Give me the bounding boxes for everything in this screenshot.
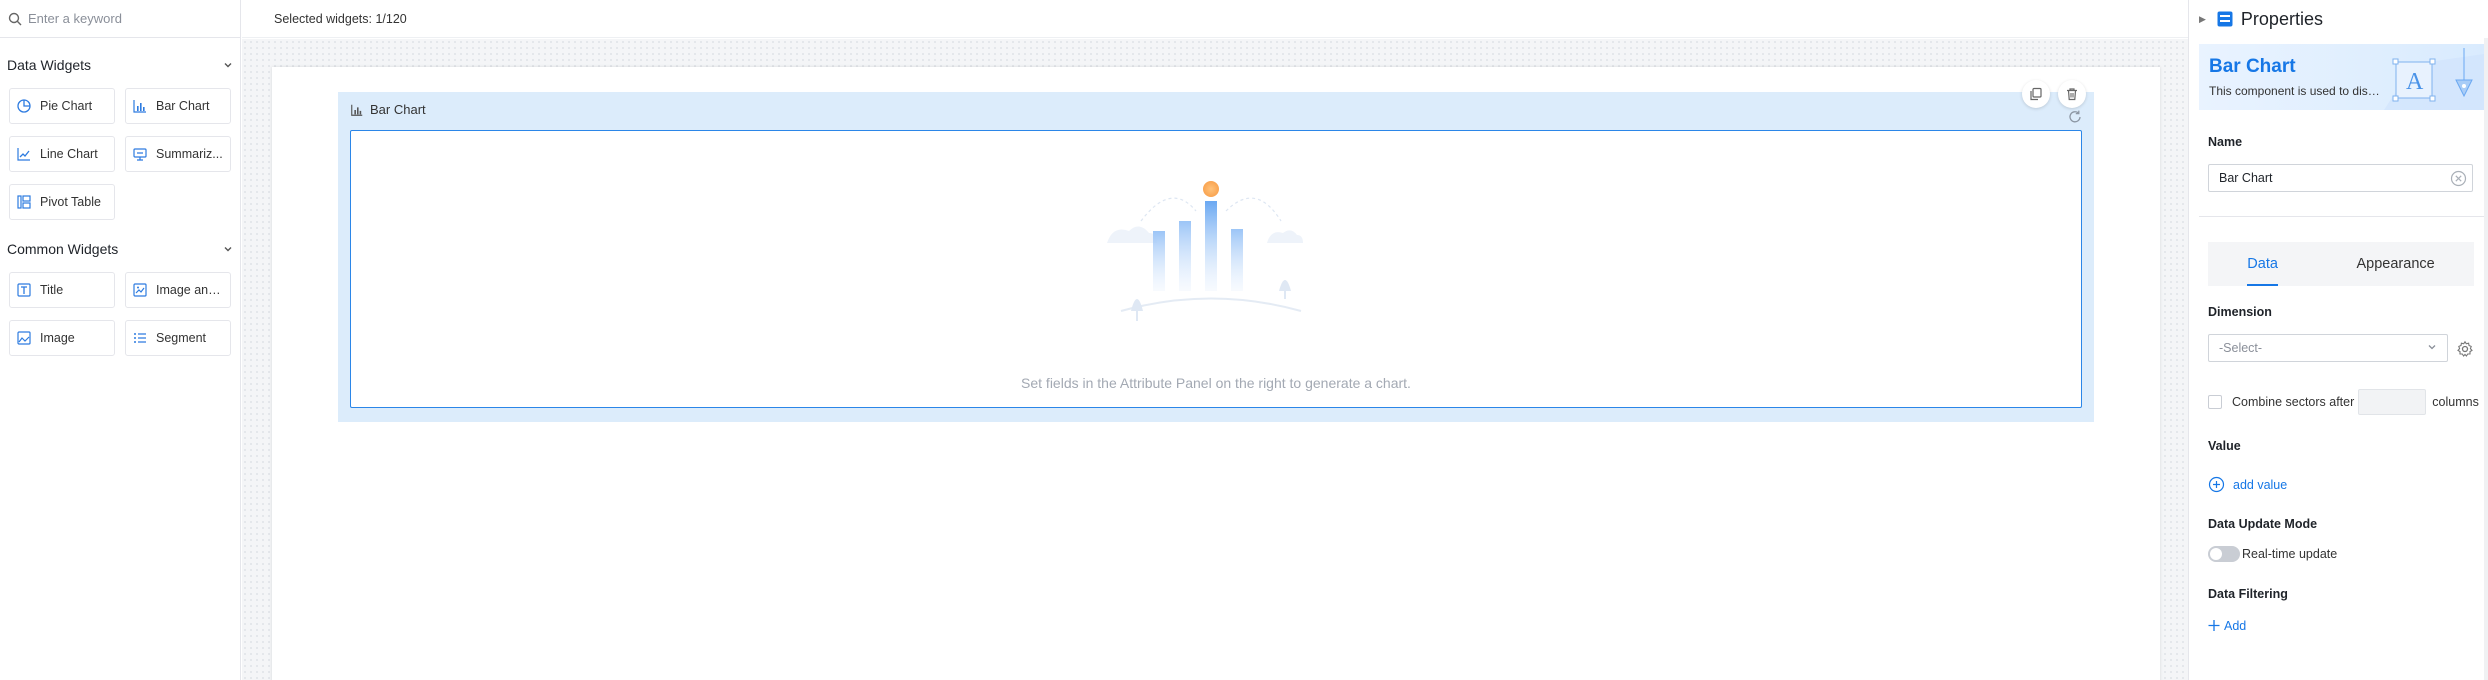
copy-icon[interactable] [2022, 80, 2050, 108]
realtime-toggle[interactable] [2208, 546, 2240, 562]
component-decoration-icon: A [2384, 48, 2484, 110]
bar-chart-icon [350, 103, 364, 117]
summary-icon [132, 146, 148, 162]
widget-summary[interactable]: Summariz... [125, 136, 231, 172]
group-title: Data Widgets [7, 57, 92, 73]
combine-suffix-label: columns [2432, 395, 2479, 409]
value-label: Value [2208, 439, 2241, 453]
title-icon [16, 282, 32, 298]
widget-label: Pie Chart [40, 99, 93, 113]
widget-image-and-text[interactable]: Image and... [125, 272, 231, 308]
common-widgets-grid: Title Image and... Image Segment [0, 260, 240, 356]
combine-sectors-row: Combine sectors after columns [2208, 389, 2479, 415]
chevron-down-icon [2427, 341, 2437, 355]
image-text-icon [132, 282, 148, 298]
name-field[interactable] [2208, 164, 2473, 192]
empty-chart-illustration [1107, 181, 1303, 321]
properties-tabs: Data Appearance [2208, 242, 2474, 286]
widget-segment[interactable]: Segment [125, 320, 231, 356]
widget-label: Segment [156, 331, 207, 345]
dimension-select-value: -Select- [2219, 341, 2263, 355]
section-divider [2199, 216, 2484, 217]
component-description: This component is used to display data..… [2209, 84, 2381, 98]
widget-line-chart[interactable]: Line Chart [9, 136, 115, 172]
panel-scrollbar[interactable] [2484, 38, 2488, 680]
bar-chart-widget[interactable]: Bar Chart Set fields in the Attribute Pa… [338, 80, 2094, 422]
add-value-label: add value [2233, 477, 2288, 492]
search-bar [0, 0, 240, 38]
combine-sectors-checkbox[interactable] [2208, 395, 2222, 409]
widget-label: Line Chart [40, 147, 98, 161]
data-filtering-label: Data Filtering [2208, 587, 2288, 601]
group-header-data-widgets[interactable]: Data Widgets [0, 54, 240, 76]
widget-bar-chart[interactable]: Bar Chart [125, 88, 231, 124]
widget-label: Pivot Table [40, 195, 101, 209]
widget-image[interactable]: Image [9, 320, 115, 356]
tab-appearance[interactable]: Appearance [2347, 250, 2445, 278]
gear-icon[interactable] [2456, 340, 2474, 358]
realtime-label: Real-time update [2242, 547, 2338, 561]
segment-icon [132, 330, 148, 346]
update-mode-label: Data Update Mode [2208, 517, 2318, 531]
widget-actions [2022, 80, 2086, 108]
empty-state-message: Set fields in the Attribute Panel on the… [1021, 375, 1411, 391]
properties-header: ▶ Properties [2189, 0, 2488, 38]
design-canvas[interactable]: Bar Chart Set fields in the Attribute Pa… [242, 39, 2188, 680]
search-input[interactable] [28, 11, 228, 26]
pivot-table-icon [16, 194, 32, 210]
bar-chart-icon [132, 98, 148, 114]
chart-area[interactable]: Set fields in the Attribute Panel on the… [350, 130, 2082, 408]
widget-pivot-table[interactable]: Pivot Table [9, 184, 115, 220]
widget-label: Image [40, 331, 75, 345]
chevron-down-icon[interactable] [223, 60, 233, 70]
delete-icon[interactable] [2058, 80, 2086, 108]
properties-icon [2216, 10, 2234, 28]
refresh-icon[interactable] [2066, 108, 2084, 126]
group-header-common-widgets[interactable]: Common Widgets [0, 238, 240, 260]
image-icon [16, 330, 32, 346]
line-chart-icon [16, 146, 32, 162]
pie-chart-icon [16, 98, 32, 114]
widget-label: Title [40, 283, 64, 297]
widget-title[interactable]: Title [9, 272, 115, 308]
combine-prefix-label: Combine sectors after [2232, 395, 2355, 409]
realtime-update-row: Real-time update [2208, 546, 2337, 562]
plus-circle-icon [2208, 476, 2225, 493]
data-widgets-grid: Pie Chart Bar Chart Line Chart Summariz.… [0, 76, 240, 220]
widget-library-panel: Data Widgets Pie Chart Bar Chart [0, 0, 241, 680]
widget-label: Summariz... [156, 147, 223, 161]
component-info-card: Bar Chart This component is used to disp… [2199, 44, 2484, 110]
collapse-arrow-icon[interactable]: ▶ [2199, 14, 2206, 25]
add-filter-button[interactable]: Add [2208, 617, 2246, 634]
clear-icon[interactable] [2450, 170, 2467, 187]
widget-title-bar: Bar Chart [350, 102, 426, 117]
columns-input[interactable] [2358, 389, 2427, 415]
widget-title: Bar Chart [370, 102, 426, 117]
widget-label: Bar Chart [156, 99, 210, 113]
component-title: Bar Chart [2209, 56, 2296, 77]
plus-icon [2208, 617, 2220, 634]
dimension-label: Dimension [2208, 305, 2272, 319]
widget-pie-chart[interactable]: Pie Chart [9, 88, 115, 124]
name-label: Name [2208, 135, 2243, 149]
add-value-button[interactable]: add value [2208, 476, 2287, 493]
add-filter-label: Add [2224, 618, 2247, 633]
widget-label: Image and... [156, 283, 224, 297]
canvas-toolbar: Selected widgets: 1/120 [242, 0, 2188, 38]
search-icon [8, 12, 22, 26]
svg-text:A: A [2406, 69, 2424, 95]
properties-panel: ▶ Properties Bar Chart This component is… [2188, 0, 2488, 680]
selected-widgets-count: Selected widgets: 1/120 [274, 11, 407, 26]
dimension-select[interactable]: -Select- [2208, 334, 2448, 362]
dashboard-page[interactable]: Bar Chart Set fields in the Attribute Pa… [272, 67, 2160, 680]
properties-title: Properties [2240, 8, 2323, 29]
chevron-down-icon[interactable] [223, 244, 233, 254]
app-root: Data Widgets Pie Chart Bar Chart [0, 0, 2488, 680]
tab-data[interactable]: Data [2237, 250, 2288, 286]
group-title: Common Widgets [7, 241, 119, 257]
